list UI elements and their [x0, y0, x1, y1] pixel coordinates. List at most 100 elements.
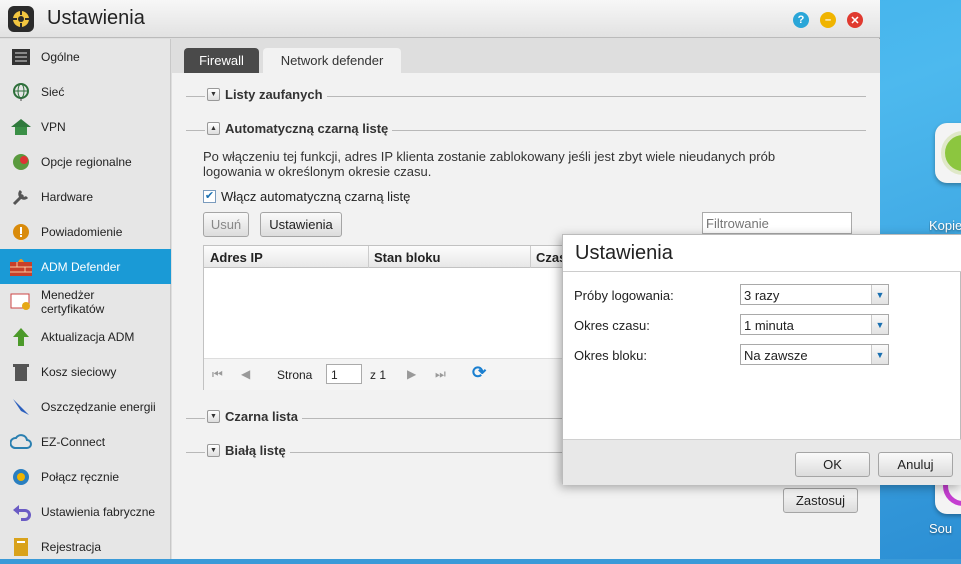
last-page-icon[interactable]: ⏭: [435, 367, 446, 382]
sidebar-item-og-lne[interactable]: Ogólne: [0, 39, 171, 74]
sidebar-item-po-cz-r-cznie[interactable]: Połącz ręcznie: [0, 459, 171, 494]
reset-arrow-icon: [10, 501, 32, 523]
trash-icon: [10, 361, 32, 383]
globe-icon: [10, 81, 32, 103]
sidebar-item-adm-defender[interactable]: ADM Defender: [0, 249, 171, 284]
auto-blacklist-checkbox-row[interactable]: ✔ Włącz automatyczną czarną listę: [203, 189, 410, 204]
sidebar-item-oszcz-dzanie-energii[interactable]: Oszczędzanie energii: [0, 389, 171, 424]
section-trusted-lists: ▼ Listy zaufanych: [186, 86, 866, 106]
tab-firewall[interactable]: Firewall: [184, 48, 259, 73]
page-count-label: z 1: [370, 368, 387, 382]
ip-table: Adres IP Stan bloku Czas ⏮ ◀ Strona 1 z …: [203, 245, 604, 390]
sidebar-item-mened-er-certyfikat-w[interactable]: Menedżer certyfikatów: [0, 284, 171, 319]
alert-icon: [10, 221, 32, 243]
sidebar-item-powiadomienie[interactable]: Powiadomienie: [0, 214, 171, 249]
section-title[interactable]: Czarna lista: [225, 409, 298, 424]
section-title[interactable]: Białą listę: [225, 443, 286, 458]
sidebar-item-aktualizacja-adm[interactable]: Aktualizacja ADM: [0, 319, 171, 354]
help-icon[interactable]: ?: [793, 12, 809, 28]
sidebar-item-label: ADM Defender: [41, 259, 121, 274]
column-ip-address[interactable]: Adres IP: [210, 250, 263, 265]
section-auto-blacklist: ▲ Automatyczną czarną listę: [186, 120, 866, 140]
dialog-footer: OK Anuluj: [563, 439, 961, 485]
sidebar: Ogólne Sieć VPN Opcje regionalne Hardware Pow…: [0, 39, 171, 559]
sidebar-item-label: Sieć: [41, 84, 65, 99]
firewall-icon: [10, 256, 32, 278]
collapse-arrow-icon[interactable]: ▲: [207, 122, 220, 135]
window-title: Ustawienia: [47, 7, 145, 29]
vpn-house-icon: [10, 116, 32, 138]
update-arrow-icon: [10, 326, 32, 348]
sidebar-item-sie-[interactable]: Sieć: [0, 74, 171, 109]
connect-icon: [10, 466, 32, 488]
sidebar-item-vpn[interactable]: VPN: [0, 109, 171, 144]
settings-button[interactable]: Ustawienia: [260, 212, 342, 237]
ok-button[interactable]: OK: [795, 452, 870, 477]
sidebar-item-label: Opcje regionalne: [41, 154, 132, 169]
page-label: Strona: [277, 368, 313, 382]
sidebar-item-label: Menedżer certyfikatów: [41, 287, 105, 316]
register-icon: [10, 536, 32, 558]
settings-app-icon: [8, 6, 34, 32]
page-number-input[interactable]: 1: [326, 364, 362, 384]
column-block-state[interactable]: Stan bloku: [374, 250, 440, 265]
section-title[interactable]: Listy zaufanych: [225, 87, 323, 102]
tab-network-defender[interactable]: Network defender: [263, 48, 401, 73]
chevron-down-icon[interactable]: ▼: [871, 315, 888, 334]
field-label-block-period: Okres bloku:: [574, 348, 647, 363]
field-label-login-attempts: Próby logowania:: [574, 288, 674, 303]
close-icon[interactable]: ✕: [847, 12, 863, 28]
sidebar-item-ustawienia-fabryczne[interactable]: Ustawienia fabryczne: [0, 494, 171, 529]
select-value: 3 razy: [744, 288, 780, 303]
region-icon: [10, 151, 32, 173]
title-bar[interactable]: Ustawienia ? – ✕: [0, 0, 880, 38]
expand-arrow-icon[interactable]: ▼: [207, 444, 220, 457]
sidebar-item-ez-connect[interactable]: EZ-Connect: [0, 424, 171, 459]
select-value: Na zawsze: [744, 348, 808, 363]
sidebar-item-label: Aktualizacja ADM: [41, 329, 135, 344]
hardware-icon: [10, 186, 32, 208]
dialog-title[interactable]: Ustawienia: [563, 235, 961, 272]
sidebar-item-label: Ogólne: [41, 49, 80, 64]
expand-arrow-icon[interactable]: ▼: [207, 410, 220, 423]
desktop-app-label: Sou: [929, 521, 953, 536]
sidebar-item-label: VPN: [41, 119, 66, 134]
select-value: 1 minuta: [744, 318, 794, 333]
apply-button[interactable]: Zastosuj: [783, 488, 858, 513]
sidebar-item-label: EZ-Connect: [41, 434, 106, 449]
chevron-down-icon[interactable]: ▼: [871, 285, 888, 304]
certificate-icon: [10, 291, 32, 313]
refresh-icon[interactable]: ⟳: [472, 363, 486, 383]
cancel-button[interactable]: Anuluj: [878, 452, 953, 477]
checkbox-label: Włącz automatyczną czarną listę: [221, 189, 411, 204]
sidebar-item-label: Oszczędzanie energii: [41, 399, 156, 414]
section-title[interactable]: Automatyczną czarną listę: [225, 121, 388, 136]
login-attempts-select[interactable]: 3 razy ▼: [740, 284, 889, 305]
sidebar-item-kosz-sieciowy[interactable]: Kosz sieciowy: [0, 354, 171, 389]
checkbox-checked-icon[interactable]: ✔: [203, 190, 216, 203]
sidebar-item-label: Powiadomienie: [41, 224, 123, 239]
sidebar-item-hardware[interactable]: Hardware: [0, 179, 171, 214]
chevron-down-icon[interactable]: ▼: [871, 345, 888, 364]
desktop-app-label: Kopie: [929, 218, 961, 233]
filter-input[interactable]: [702, 212, 852, 234]
sidebar-item-label: Ustawienia fabryczne: [41, 504, 156, 519]
expand-arrow-icon[interactable]: ▼: [207, 88, 220, 101]
sidebar-item-opcje-regionalne[interactable]: Opcje regionalne: [0, 144, 171, 179]
prev-page-icon[interactable]: ◀: [241, 367, 250, 381]
field-label-time-period: Okres czasu:: [574, 318, 650, 333]
time-period-select[interactable]: 1 minuta ▼: [740, 314, 889, 335]
auto-blacklist-description: Po włączeniu tej funkcji, adres IP klien…: [203, 149, 776, 179]
block-period-select[interactable]: Na zawsze ▼: [740, 344, 889, 365]
desktop-app-icon[interactable]: [935, 123, 961, 183]
energy-icon: [10, 396, 32, 418]
pager-bar: ⏮ ◀ Strona 1 z 1 ▶ ⏭ ⟳: [204, 358, 604, 390]
server-icon: [10, 46, 32, 68]
sidebar-item-label: Połącz ręcznie: [41, 469, 120, 484]
remove-button[interactable]: Usuń: [203, 212, 249, 237]
minimize-icon[interactable]: –: [820, 12, 836, 28]
table-header: Adres IP Stan bloku Czas: [204, 246, 604, 268]
next-page-icon[interactable]: ▶: [407, 367, 416, 381]
sidebar-item-label: Rejestracja: [41, 539, 102, 554]
first-page-icon[interactable]: ⏮: [212, 367, 223, 382]
